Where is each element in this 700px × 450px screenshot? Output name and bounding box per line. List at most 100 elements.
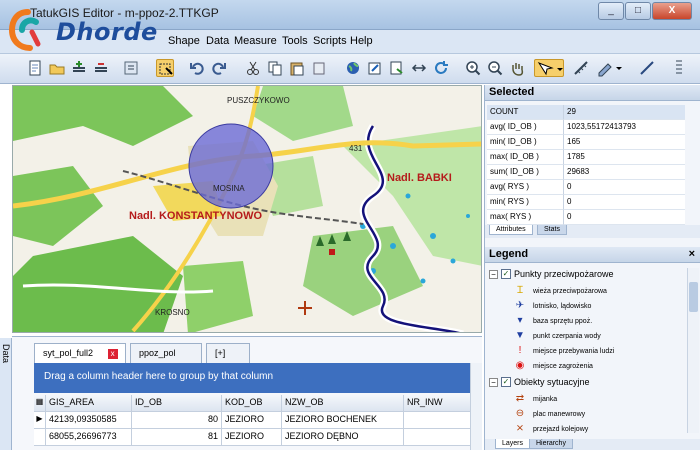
legend-item[interactable]: ▾ baza sprzętu ppoż. [513, 315, 592, 327]
properties-icon[interactable] [122, 59, 140, 77]
people-location-icon: ! [518, 345, 522, 356]
legend-group[interactable]: − ✓ Punkty przeciwpożarowe [489, 269, 614, 279]
select-mode-icon[interactable] [156, 59, 174, 77]
edit-shape-icon[interactable] [366, 59, 384, 77]
remove-layer-icon[interactable] [92, 59, 110, 77]
tab-hierarchy[interactable]: Hierarchy [529, 439, 573, 449]
menu-measure[interactable]: Measure [234, 35, 277, 47]
tab-syt-pol-full2[interactable]: syt_pol_full2 x [34, 343, 126, 363]
tab-label: ppoz_pol [139, 348, 176, 358]
layer-visible-checkbox[interactable]: ✓ [501, 377, 511, 387]
table-cell[interactable]: 68055,26696773 [46, 429, 132, 446]
stat-key: min( ID_OB ) [487, 135, 564, 150]
menu-scripts[interactable]: Scripts [313, 35, 347, 47]
refresh-icon[interactable] [432, 59, 450, 77]
legend-item[interactable]: Ɪwieża przeciwpożarowa [513, 285, 607, 297]
selected-stat-row[interactable]: min( ID_OB ) 165 [487, 135, 685, 150]
delete-icon[interactable] [310, 59, 328, 77]
draw-pencil-icon[interactable] [596, 59, 624, 77]
cut-icon[interactable] [244, 59, 262, 77]
copy-icon[interactable] [266, 59, 284, 77]
menu-tools[interactable]: Tools [282, 35, 308, 47]
undo-icon[interactable] [188, 59, 206, 77]
watermark-logo: Dhorde [8, 8, 178, 56]
toolbar-overflow-icon[interactable] [672, 57, 686, 79]
legend-item-label: lotnisko, lądowisko [533, 302, 592, 310]
table-row[interactable]: ▶ 42139,09350585 80 JEZIORO JEZIORO BOCH… [34, 412, 474, 429]
collapse-icon[interactable]: − [489, 377, 498, 387]
close-button[interactable]: X [652, 2, 692, 20]
table-cell[interactable]: JEZIORO BOCHENEK [282, 412, 404, 429]
table-cell[interactable]: 80 [132, 412, 222, 429]
water-spot [450, 258, 456, 264]
water-spot [430, 233, 436, 239]
maximize-button[interactable]: □ [625, 2, 651, 20]
measure-icon[interactable] [572, 59, 590, 77]
column-header[interactable]: NR_INW [404, 395, 474, 412]
selected-stat-row[interactable]: min( RYS ) 0 [487, 195, 685, 210]
paste-icon[interactable] [288, 59, 306, 77]
selected-stat-row[interactable]: max( RYS ) 0 [487, 210, 685, 225]
tab-ppoz-pol[interactable]: ppoz_pol [130, 343, 202, 363]
column-header[interactable]: GIS_AREA [46, 395, 132, 412]
close-tab-icon[interactable]: x [107, 349, 118, 359]
line-tool-icon[interactable] [638, 59, 656, 77]
column-header[interactable]: ID_OB [132, 395, 222, 412]
data-grid-scrollbar[interactable] [470, 363, 482, 450]
legend-item[interactable]: ! miejsce przebywania ludzi [513, 345, 615, 357]
selected-stat-row[interactable]: COUNT 29 [487, 105, 685, 120]
export-icon[interactable] [388, 59, 406, 77]
legend-item[interactable]: ⇄ mijanka [513, 393, 557, 405]
map-view[interactable]: PUSZCZYKOWO MOSINA KROSNO 431 Nadl. BABK… [12, 85, 482, 333]
legend-item[interactable]: ▼ punkt czerpania wody [513, 330, 601, 342]
right-panel: Selected COUNT 29 avg( ID_OB ) 1023,551724… [484, 85, 700, 450]
tab-add[interactable]: [+] [206, 343, 250, 363]
legend-item[interactable]: ◉ miejsce zagrożenia [513, 360, 593, 372]
row-indicator-header: ▦ [34, 395, 46, 412]
table-cell[interactable] [404, 412, 474, 429]
open-folder-icon[interactable] [48, 59, 66, 77]
table-cell[interactable]: JEZIORO [222, 412, 282, 429]
forest-area [13, 86, 193, 146]
redo-icon[interactable] [210, 59, 228, 77]
legend-group[interactable]: − ✓ Obiekty sytuacyjne [489, 377, 590, 387]
scrollbar-thumb[interactable] [689, 282, 698, 312]
legend-item[interactable]: ✈ lotnisko, lądowisko [513, 300, 592, 312]
add-layer-icon[interactable] [70, 59, 88, 77]
table-row[interactable]: 68055,26696773 81 JEZIORO JEZIORO DĘBNO [34, 429, 474, 446]
arrow-left-right-icon[interactable] [410, 59, 428, 77]
minimize-button[interactable]: _ [598, 2, 624, 20]
zoom-out-icon[interactable] [486, 59, 504, 77]
selected-stat-row[interactable]: avg( ID_OB ) 1023,55172413793 [487, 120, 685, 135]
tab-stats[interactable]: Stats [537, 225, 567, 235]
selected-stat-row[interactable]: avg( RYS ) 0 [487, 180, 685, 195]
group-by-bar[interactable]: Drag a column header here to group by th… [34, 363, 474, 393]
layer-visible-checkbox[interactable]: ✓ [501, 269, 511, 279]
tab-label: [+] [215, 348, 226, 358]
pan-hand-icon[interactable] [508, 59, 526, 77]
table-cell[interactable]: JEZIORO [222, 429, 282, 446]
column-header[interactable]: NZW_OB [282, 395, 404, 412]
menu-help[interactable]: Help [350, 35, 373, 47]
new-file-icon[interactable] [26, 59, 44, 77]
tab-attributes[interactable]: Attributes [489, 225, 533, 235]
collapse-icon[interactable]: − [489, 269, 498, 279]
table-cell[interactable]: 42139,09350585 [46, 412, 132, 429]
selected-stat-row[interactable]: max( ID_OB ) 1785 [487, 150, 685, 165]
menu-data[interactable]: Data [206, 35, 229, 47]
table-cell[interactable]: 81 [132, 429, 222, 446]
close-legend-icon[interactable]: × [689, 248, 695, 260]
select-tool-dropdown[interactable] [534, 59, 564, 77]
tab-layers[interactable]: Layers [495, 439, 531, 449]
table-cell[interactable]: JEZIORO DĘBNO [282, 429, 404, 446]
legend-item-label: przejazd kolejowy [533, 425, 589, 433]
zoom-in-icon[interactable] [464, 59, 482, 77]
column-header[interactable]: KOD_OB [222, 395, 282, 412]
globe-icon[interactable] [344, 59, 362, 77]
data-side-tab[interactable]: Data [0, 338, 12, 450]
legend-scrollbar[interactable] [687, 268, 699, 433]
legend-item[interactable]: ⨯ przejazd kolejowy [513, 423, 588, 435]
selected-stat-row[interactable]: sum( ID_OB ) 29683 [487, 165, 685, 180]
legend-item[interactable]: ⊖ plac manewrowy [513, 408, 585, 420]
table-cell[interactable] [404, 429, 474, 446]
